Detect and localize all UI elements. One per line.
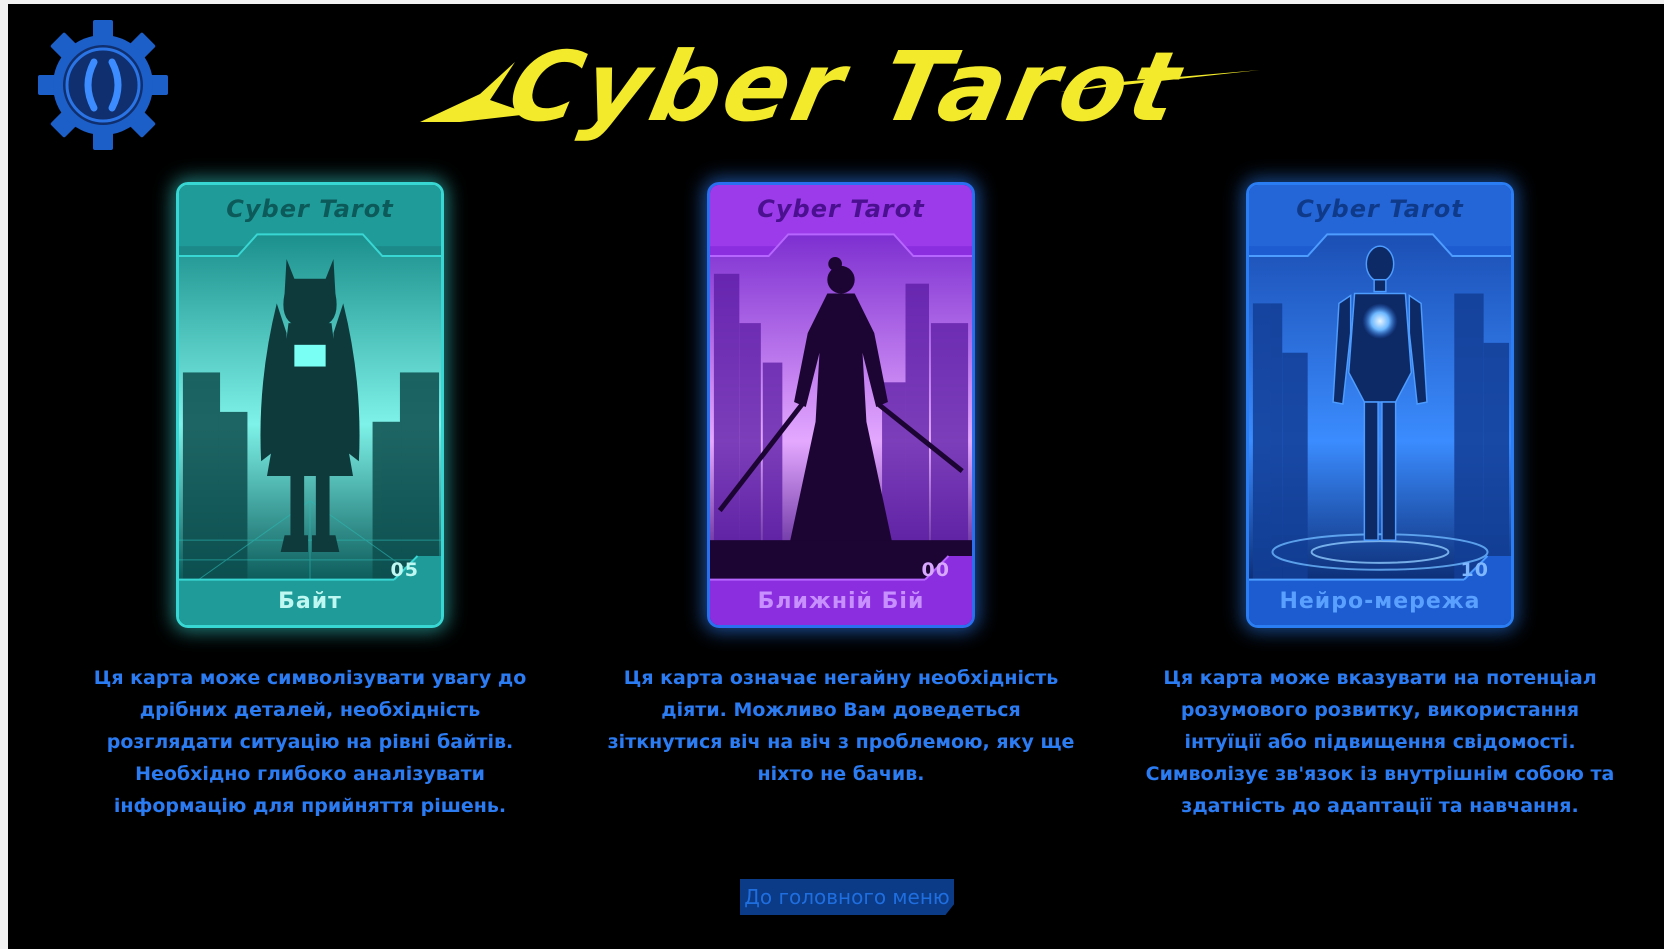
card-brand: Cyber Tarot <box>757 195 925 223</box>
card-number: 05 <box>390 559 419 581</box>
card-brand: Cyber Tarot <box>1296 195 1464 223</box>
card-name: Нейро-мережа <box>1279 589 1481 614</box>
gear-bracket-icon[interactable] <box>36 18 170 152</box>
card-name: Байт <box>278 589 342 614</box>
card-description-melee: Ця карта означає негайну необхідність ді… <box>607 667 1075 785</box>
card-description-byte: Ця карта може символізувати увагу до дрі… <box>93 667 527 817</box>
main-menu-button[interactable]: До головного меню <box>740 879 954 915</box>
window-frame-top <box>0 0 1664 4</box>
card-name: Ближній Бій <box>757 589 925 614</box>
tarot-card-byte[interactable]: Cyber Tarot 05 Байт <box>176 182 444 628</box>
card-number: 10 <box>1460 559 1489 581</box>
window-frame-left <box>0 0 8 949</box>
page: Cyber Tarot Cyber Tarot 05 Байт Cyber Ta… <box>0 0 1664 949</box>
card-brand: Cyber Tarot <box>226 195 394 223</box>
tarot-card-melee[interactable]: Cyber Tarot 00 Ближній Бій <box>707 182 975 628</box>
tarot-card-neural-network[interactable]: Cyber Tarot 10 Нейро-мережа <box>1246 182 1514 628</box>
app-title: Cyber Tarot <box>500 31 1193 143</box>
cyber-tarot-logo: Cyber Tarot <box>420 31 1260 143</box>
card-number: 00 <box>921 559 950 581</box>
card-description-neural-network: Ця карта може вказувати на потенціал роз… <box>1145 667 1615 817</box>
